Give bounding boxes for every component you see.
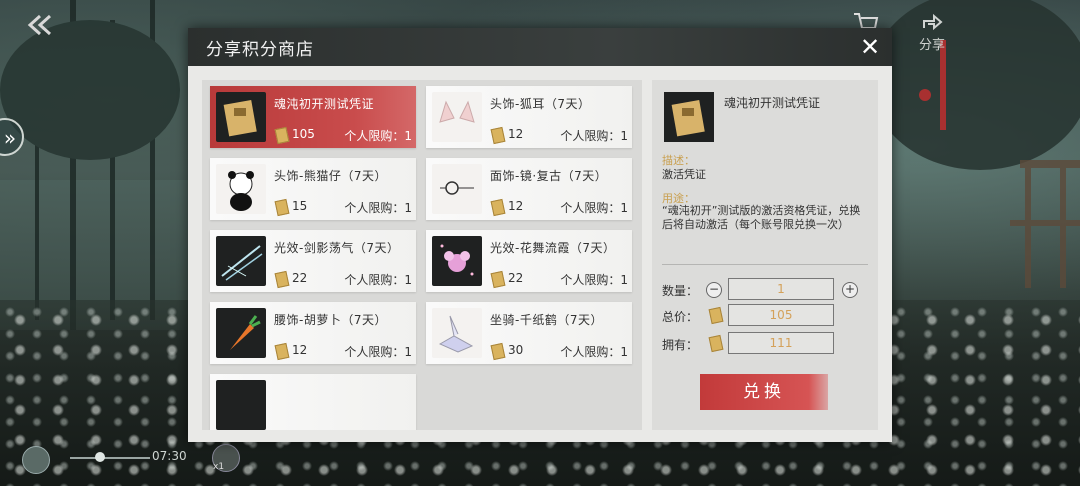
item-price: 15 [292,199,308,213]
item-thumbnail [216,380,266,430]
item-name: 光效-剑影荡气（7天） [274,241,400,255]
shop-item-carrot[interactable]: 腰饰-胡萝卜（7天） 12 个人限购：1 [210,302,416,364]
item-limit: 个人限购：1 [560,129,628,143]
points-icon [490,342,506,361]
sword-effect-icon [216,236,266,286]
panel-title: 分享积分商店 [206,40,314,60]
points-icon [274,126,290,145]
shop-item-fox-ears[interactable]: 头饰-狐耳（7天） 12 个人限购：1 [426,86,632,148]
chevron-right-icon: » [3,126,17,150]
fox-ears-icon [432,92,482,142]
share-label: 分享 [918,38,945,53]
item-price: 12 [292,343,308,357]
points-icon [490,198,506,217]
item-price: 22 [292,271,308,285]
item-name: 腰饰-胡萝卜（7天） [274,313,387,327]
divider [662,264,868,265]
points-icon [490,270,506,289]
shop-item-sword-effect[interactable]: 光效-剑影荡气（7天） 22 个人限购：1 [210,230,416,292]
owned-points-field: 111 [728,332,834,354]
owned-label: 拥有： [662,338,699,352]
glasses-icon [432,164,482,214]
item-name: 魂沌初开测试凭证 [274,97,375,111]
item-price: 12 [508,199,524,213]
item-limit: 个人限购：1 [344,345,412,359]
multiplier-label: x1 [213,462,225,472]
map-icon[interactable] [22,446,50,474]
points-icon [274,198,290,217]
paper-crane-icon [432,308,482,358]
item-name: 头饰-狐耳（7天） [490,97,591,111]
item-limit: 个人限购：1 [344,129,412,143]
shop-item-flower-effect[interactable]: 光效-花舞流霞（7天） 22 个人限购：1 [426,230,632,292]
shop-item-retro-glasses[interactable]: 面饰-镜·复古（7天） 12 个人限购：1 [426,158,632,220]
quantity-field[interactable]: 1 [728,278,834,300]
points-icon [274,342,290,361]
time-slider-knob[interactable] [95,452,105,462]
time-slider-track[interactable] [70,457,150,459]
back-arrow-icon [27,14,52,36]
shop-item-panda[interactable]: 头饰-熊猫仔（7天） 15 个人限购：1 [210,158,416,220]
description-text: 激活凭证 [662,168,706,181]
share-icon [923,13,943,31]
plus-icon[interactable]: + [842,282,858,298]
detail-item-name: 魂沌初开测试凭证 [724,96,821,110]
item-name: 面饰-镜·复古（7天） [490,169,608,183]
shop-item-test-voucher[interactable]: 魂沌初开测试凭证 105 个人限购：1 [210,86,416,148]
points-icon [708,306,724,325]
panel-header: 分享积分商店 ✕ [188,28,892,66]
points-icon [274,270,290,289]
item-limit: 个人限购：1 [560,345,628,359]
item-name: 头饰-熊猫仔（7天） [274,169,387,183]
item-list[interactable]: 魂沌初开测试凭证 105 个人限购：1 头饰-狐耳（7天） 12 个人限购：1 … [202,80,642,430]
item-limit: 个人限购：1 [560,201,628,215]
exchange-button[interactable]: 兑换 [700,374,828,410]
carrot-icon [216,308,266,358]
shop-item-paper-crane[interactable]: 坐骑-千纸鹤（7天） 30 个人限购：1 [426,302,632,364]
minus-icon[interactable]: − [706,282,722,298]
item-price: 12 [508,127,524,141]
panda-icon [216,164,266,214]
voucher-icon [216,92,266,142]
points-icon [708,334,724,353]
item-limit: 个人限购：1 [344,201,412,215]
item-limit: 个人限购：1 [344,273,412,287]
item-name: 坐骑-千纸鹤（7天） [490,313,603,327]
time-label: 07:30 [152,449,187,463]
share-button[interactable]: 分享 [912,12,952,53]
flower-effect-icon [432,236,482,286]
total-label: 总价： [662,310,699,324]
quantity-label: 数量： [662,284,699,298]
shop-item-partial[interactable] [210,374,416,430]
usage-text: “魂沌初开”测试版的激活资格凭证，兑换后将自动激活（每个账号限兑换一次） [662,204,861,231]
shop-panel: 分享积分商店 ✕ 魂沌初开测试凭证 105 个人限购：1 头饰-狐耳（7天） 1… [188,28,892,442]
back-button[interactable] [18,10,58,40]
voucher-icon [664,92,714,142]
item-price: 105 [292,127,315,141]
item-name: 光效-花舞流霞（7天） [490,241,616,255]
item-price: 30 [508,343,524,357]
item-detail-panel: 魂沌初开测试凭证 描述： 激活凭证 用途： “魂沌初开”测试版的激活资格凭证，兑… [652,80,878,430]
points-icon [490,126,506,145]
item-limit: 个人限购：1 [560,273,628,287]
total-price-field: 105 [728,304,834,326]
item-price: 22 [508,271,524,285]
close-button[interactable]: ✕ [854,31,886,63]
